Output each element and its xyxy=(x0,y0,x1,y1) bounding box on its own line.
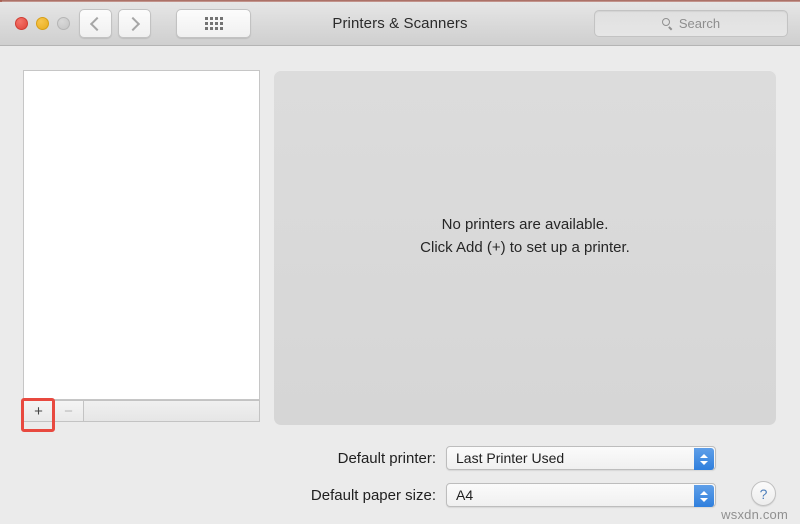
preferences-window: Printers & Scanners Search + − No printe… xyxy=(0,0,800,524)
printer-list[interactable] xyxy=(23,70,260,400)
search-icon xyxy=(661,18,673,29)
printer-list-toolbar: + − xyxy=(23,400,260,422)
default-paper-size-label: Default paper size: xyxy=(310,486,436,504)
navigation-buttons xyxy=(79,9,151,38)
chevron-up-icon xyxy=(700,453,708,458)
chevron-up-icon xyxy=(700,490,708,495)
chevron-down-icon xyxy=(700,460,708,465)
stepper-icon[interactable] xyxy=(694,448,714,470)
default-paper-size-value: A4 xyxy=(456,487,474,503)
empty-state-line-1: No printers are available. xyxy=(441,216,609,233)
stepper-icon[interactable] xyxy=(694,485,714,507)
default-printer-value: Last Printer Used xyxy=(456,450,565,466)
default-printer-dropdown[interactable]: Last Printer Used xyxy=(446,446,716,470)
traffic-light-controls xyxy=(15,17,70,30)
chevron-right-icon xyxy=(125,16,141,31)
forward-button[interactable] xyxy=(118,9,151,38)
default-printer-label: Default printer: xyxy=(337,449,436,467)
default-paper-size-row: Default paper size: A4 xyxy=(0,483,790,507)
chevron-left-icon xyxy=(89,16,105,31)
add-printer-button[interactable]: + xyxy=(23,400,53,422)
search-input[interactable]: Search xyxy=(594,10,788,37)
search-placeholder: Search xyxy=(678,16,721,31)
printer-detail-panel: No printers are available. Click Add (+)… xyxy=(274,70,776,425)
empty-state-message: No printers are available. Click Add (+)… xyxy=(274,213,776,259)
default-paper-size-dropdown[interactable]: A4 xyxy=(446,483,716,507)
preference-pane-content: + − No printers are available. Click Add… xyxy=(0,46,800,524)
show-all-preferences-button[interactable] xyxy=(176,9,251,38)
chevron-down-icon xyxy=(700,497,708,502)
remove-printer-button: − xyxy=(53,400,83,422)
back-button[interactable] xyxy=(79,9,112,38)
window-titlebar: Printers & Scanners Search xyxy=(0,2,800,46)
empty-state-line-2: Click Add (+) to set up a printer. xyxy=(420,239,630,256)
close-button[interactable] xyxy=(15,17,28,30)
watermark: wsxdn.com xyxy=(721,507,788,522)
minimize-button[interactable] xyxy=(36,17,49,30)
printer-list-toolbar-filler xyxy=(83,400,260,422)
zoom-button xyxy=(57,17,70,30)
help-button[interactable]: ? xyxy=(751,481,776,506)
grid-icon xyxy=(204,17,223,30)
default-printer-row: Default printer: Last Printer Used xyxy=(0,446,790,470)
